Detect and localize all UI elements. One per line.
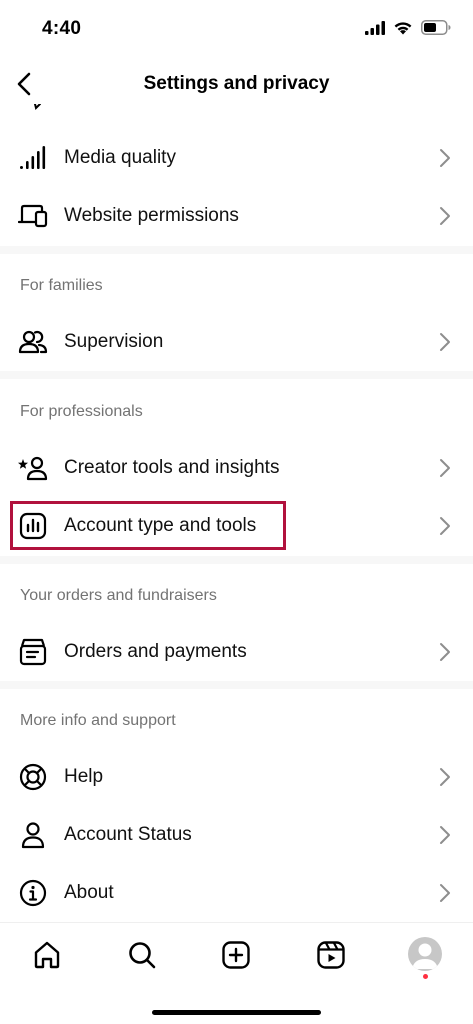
row-media-quality[interactable]: Media quality: [0, 129, 473, 187]
row-label: Account type and tools: [64, 515, 257, 536]
chevron-right-icon: [440, 884, 450, 902]
row-about[interactable]: About: [0, 864, 473, 922]
nav-header: Settings and privacy: [0, 60, 473, 110]
row-supervision[interactable]: Supervision: [0, 313, 473, 371]
row-orders-and-payments[interactable]: Orders and payments: [0, 623, 473, 681]
chevron-right-icon: [440, 459, 450, 477]
chevron-right-icon: [440, 149, 450, 167]
chevron-right-icon: [440, 207, 450, 225]
tab-home[interactable]: [27, 935, 67, 975]
row-help[interactable]: Help: [0, 748, 473, 806]
cellular-signal-icon: [365, 20, 385, 35]
row-label: Orders and payments: [64, 641, 247, 662]
section-divider: [0, 556, 473, 564]
section-divider: [0, 681, 473, 689]
row-label: Website permissions: [64, 205, 239, 226]
section-divider: [0, 371, 473, 379]
tab-reels[interactable]: [311, 935, 351, 975]
home-icon: [34, 941, 60, 969]
row-account-status[interactable]: Account Status: [0, 806, 473, 864]
devices-icon: [18, 202, 48, 230]
row-website-permissions[interactable]: Website permissions: [0, 187, 473, 245]
receipt-box-icon: [18, 638, 48, 666]
status-icons: [365, 20, 451, 35]
section-header-professionals: For professionals: [20, 403, 143, 420]
chevron-right-icon: [440, 768, 450, 786]
section-header-families: For families: [20, 277, 103, 294]
chevron-right-icon: [440, 643, 450, 661]
home-indicator: [152, 1010, 321, 1015]
create-icon: [222, 941, 250, 969]
page-title: Settings and privacy: [143, 73, 330, 94]
chevron-right-icon: [440, 826, 450, 844]
profile-avatar[interactable]: [408, 937, 442, 971]
battery-icon: [421, 20, 451, 35]
people-icon: [18, 328, 48, 356]
section-header-support: More info and support: [20, 712, 176, 729]
row-creator-tools[interactable]: Creator tools and insights: [0, 439, 473, 497]
info-icon: [18, 879, 48, 907]
wifi-icon: [394, 22, 412, 35]
star-person-icon: [18, 454, 48, 482]
row-label: Creator tools and insights: [64, 457, 280, 478]
section-header-orders: Your orders and fundraisers: [20, 587, 217, 604]
search-icon: [129, 942, 156, 969]
bar-chart-icon: [18, 512, 48, 540]
person-icon: [18, 821, 48, 849]
avatar-placeholder-icon: [412, 943, 438, 969]
row-label: Media quality: [64, 147, 176, 168]
status-time: 4:40: [42, 18, 82, 39]
tab-search[interactable]: [122, 935, 162, 975]
scrolled-item-icon: [20, 104, 44, 112]
lifebuoy-icon: [18, 763, 48, 791]
section-divider: [0, 246, 473, 254]
signal-bars-icon: [18, 144, 48, 172]
status-bar: 4:40: [0, 0, 473, 60]
row-label: About: [64, 882, 114, 903]
row-label: Help: [64, 766, 104, 787]
row-label: Account Status: [64, 824, 192, 845]
row-label: Supervision: [64, 331, 164, 352]
row-account-type-and-tools[interactable]: Account type and tools: [0, 497, 473, 555]
reels-icon: [317, 941, 345, 969]
chevron-right-icon: [440, 517, 450, 535]
tab-bar: [0, 922, 473, 1024]
tab-create[interactable]: [216, 935, 256, 975]
notification-dot: [423, 974, 428, 979]
chevron-right-icon: [440, 333, 450, 351]
